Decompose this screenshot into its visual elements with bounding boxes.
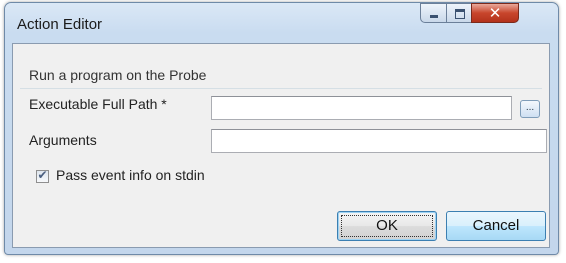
browse-button[interactable]: ... — [520, 100, 540, 118]
close-button[interactable]: ✕ — [471, 3, 519, 23]
action-editor-window: Action Editor ✕ Run a program on the Pro… — [4, 2, 559, 255]
minimize-button[interactable] — [420, 3, 447, 23]
minimize-icon — [430, 15, 438, 18]
window-title: Action Editor — [17, 16, 103, 33]
cancel-label: Cancel — [472, 217, 520, 234]
close-icon: ✕ — [488, 4, 502, 22]
group-separator — [20, 88, 542, 89]
arguments-input[interactable] — [211, 129, 547, 153]
ok-button[interactable]: OK — [337, 211, 437, 241]
executable-path-label: Executable Full Path * — [29, 96, 167, 112]
dialog-client-area: Run a program on the Probe Executable Fu… — [12, 43, 550, 248]
focus-rectangle — [341, 215, 433, 237]
cancel-button[interactable]: Cancel — [446, 211, 546, 241]
executable-path-input[interactable] — [211, 96, 512, 120]
maximize-button[interactable] — [446, 3, 472, 23]
pass-event-label[interactable]: Pass event info on stdin — [56, 167, 205, 183]
pass-event-checkbox[interactable]: ✔ — [36, 168, 49, 183]
checkmark-icon: ✔ — [37, 168, 48, 182]
maximize-icon — [455, 9, 465, 19]
group-title: Run a program on the Probe — [29, 67, 207, 83]
arguments-label: Arguments — [29, 132, 97, 148]
